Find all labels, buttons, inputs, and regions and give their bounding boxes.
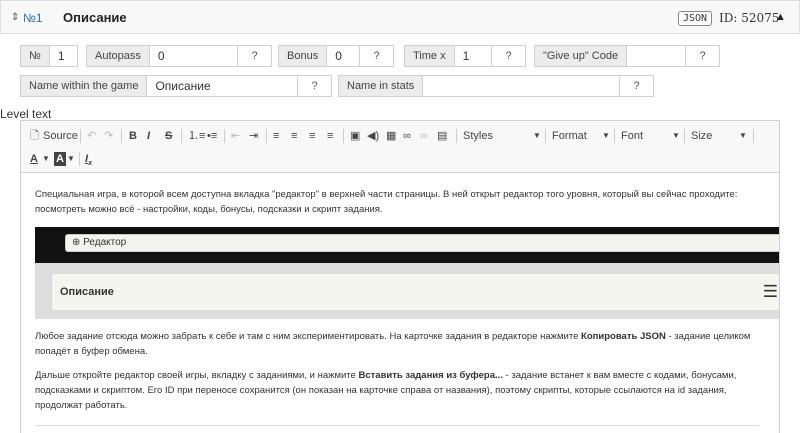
bullet-list-icon[interactable]: •≡ <box>207 129 217 143</box>
chevron-down-icon[interactable]: ▼ <box>739 129 747 143</box>
toolbar-separator <box>343 129 344 143</box>
image-icon[interactable]: ▣ <box>350 129 360 143</box>
giveup-code-label: "Give up" Code <box>535 46 628 66</box>
paragraph-copy-json: Любое задание отсюда можно забрать к себ… <box>35 331 751 357</box>
name-in-stats-help-icon[interactable]: ? <box>619 76 653 96</box>
name-in-game-input[interactable]: Описание <box>147 76 297 96</box>
format-dropdown[interactable]: Format <box>552 129 587 143</box>
copy-json-text: Копировать JSON <box>581 331 666 342</box>
toolbar-separator <box>753 129 754 143</box>
outdent-icon[interactable]: ⇤ <box>231 129 240 143</box>
bonus-help-icon[interactable]: ? <box>359 46 393 66</box>
toolbar-separator <box>181 129 182 143</box>
level-id: ID: 52075 <box>719 11 780 25</box>
background-color-icon[interactable]: A <box>54 152 66 166</box>
toolbar-separator <box>545 129 546 143</box>
screenshot-level-card: Описание ☰ <box>51 273 779 311</box>
align-left-icon[interactable]: ≡ <box>273 129 279 143</box>
toolbar-separator <box>456 129 457 143</box>
unlink-icon[interactable]: ∞ <box>420 129 428 143</box>
number-value[interactable]: 1 <box>50 46 77 66</box>
bonus-input[interactable]: 0 <box>327 46 359 66</box>
name-in-game-field[interactable]: Name within the game Описание ? <box>20 75 332 97</box>
editor-toolbar: 🗋 Source ↶ ↷ B I S ⒈≡ •≡ ⇤ ⇥ ≡ ≡ ≡ ≡ ▣ ◀… <box>21 121 779 173</box>
toolbar-separator <box>614 129 615 143</box>
remove-format-icon[interactable]: Ix <box>85 152 92 171</box>
editor-content[interactable]: Специальная игра, в которой всем доступн… <box>21 173 779 433</box>
level-text-label: Level text <box>0 107 52 121</box>
bold-icon[interactable]: B <box>129 129 137 143</box>
toolbar-separator <box>266 129 267 143</box>
align-right-icon[interactable]: ≡ <box>309 129 315 143</box>
giveup-code-input[interactable] <box>627 46 685 66</box>
text-color-icon[interactable]: A <box>30 152 38 166</box>
timex-field[interactable]: Time x 1 ? <box>404 45 526 67</box>
toolbar-separator <box>121 129 122 143</box>
table-icon[interactable]: ▦ <box>386 129 396 143</box>
screenshot-editor-tab: ⊕ Редактор <box>65 234 779 252</box>
name-in-stats-input[interactable] <box>423 76 619 96</box>
giveup-help-icon[interactable]: ? <box>685 46 719 66</box>
rich-text-editor: 🗋 Source ↶ ↷ B I S ⒈≡ •≡ ⇤ ⇥ ≡ ≡ ≡ ≡ ▣ ◀… <box>20 120 780 433</box>
timex-label: Time x <box>405 46 455 66</box>
source-icon[interactable]: 🗋 <box>30 129 39 143</box>
bonus-label: Bonus <box>279 46 328 66</box>
font-dropdown[interactable]: Font <box>621 129 643 143</box>
number-field[interactable]: № 1 <box>20 45 78 67</box>
name-in-game-label: Name within the game <box>21 76 148 96</box>
chevron-down-icon[interactable]: ▼ <box>42 152 50 166</box>
level-number: №1 <box>23 11 43 25</box>
autopass-label: Autopass <box>87 46 150 66</box>
timex-help-icon[interactable]: ? <box>491 46 525 66</box>
level-title: Описание <box>63 10 127 25</box>
toolbar-separator <box>224 129 225 143</box>
embedded-screenshot: ⊕ Редактор Описание ☰ <box>35 227 779 319</box>
screenshot-card-title: Описание <box>60 286 114 298</box>
name-in-stats-label: Name in stats <box>339 76 424 96</box>
numbered-list-icon[interactable]: ⒈≡ <box>188 129 205 143</box>
media-icon[interactable]: ▤ <box>437 129 447 143</box>
italic-icon[interactable]: I <box>147 129 150 143</box>
align-center-icon[interactable]: ≡ <box>291 129 297 143</box>
giveup-code-field[interactable]: "Give up" Code ? <box>534 45 720 67</box>
chevron-down-icon[interactable]: ▼ <box>67 152 75 166</box>
name-in-stats-field[interactable]: Name in stats ? <box>338 75 654 97</box>
undo-icon[interactable]: ↶ <box>87 129 96 143</box>
justify-icon[interactable]: ≡ <box>327 129 333 143</box>
collapse-icon[interactable]: ▲ <box>775 11 786 23</box>
redo-icon[interactable]: ↷ <box>104 129 113 143</box>
autopass-help-icon[interactable]: ? <box>237 46 271 66</box>
toolbar-separator <box>684 129 685 143</box>
toolbar-separator <box>79 152 80 166</box>
level-header: ⇕ №1 Описание JSON ID: 52075 ▲ <box>0 0 800 34</box>
name-in-game-help-icon[interactable]: ? <box>297 76 331 96</box>
chevron-down-icon[interactable]: ▼ <box>602 129 610 143</box>
size-dropdown[interactable]: Size <box>691 129 712 143</box>
paragraph-paste: Дальше откройте редактор своей игры, вкл… <box>35 370 737 411</box>
link-icon[interactable]: ∞ <box>403 129 411 143</box>
chevron-down-icon[interactable]: ▼ <box>672 129 680 143</box>
strike-icon[interactable]: S <box>165 129 172 143</box>
content-divider <box>35 425 759 426</box>
paste-from-buffer-text: Вставить задания из буфера... <box>358 370 503 381</box>
timex-input[interactable]: 1 <box>455 46 491 66</box>
number-label: № <box>21 46 50 66</box>
autopass-input[interactable]: 0 <box>150 46 237 66</box>
paragraph-intro: Специальная игра, в которой всем доступн… <box>35 189 738 215</box>
indent-icon[interactable]: ⇥ <box>249 129 258 143</box>
styles-dropdown[interactable]: Styles <box>463 129 493 143</box>
sort-icon[interactable]: ⇕ <box>11 12 19 23</box>
menu-icon: ☰ <box>762 282 778 301</box>
source-button[interactable]: Source <box>43 129 78 143</box>
json-button[interactable]: JSON <box>678 11 713 26</box>
chevron-down-icon[interactable]: ▼ <box>533 129 541 143</box>
audio-icon[interactable]: ◀) <box>367 129 379 143</box>
autopass-field[interactable]: Autopass 0 ? <box>86 45 272 67</box>
toolbar-separator <box>80 129 81 143</box>
bonus-field[interactable]: Bonus 0 ? <box>278 45 394 67</box>
